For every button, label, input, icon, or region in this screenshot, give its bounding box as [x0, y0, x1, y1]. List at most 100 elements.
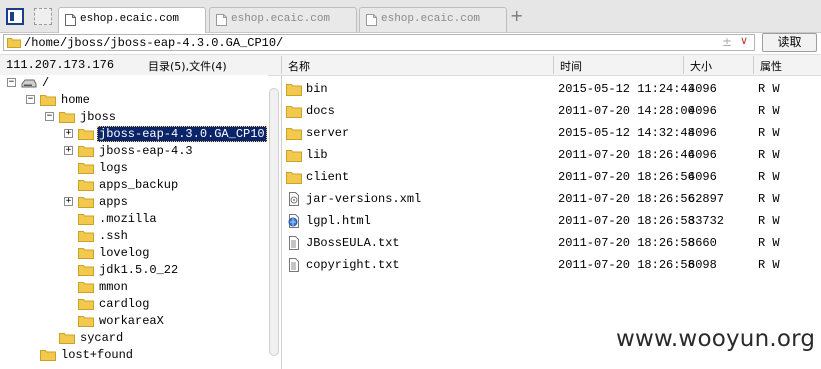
file-row[interactable]: docs 2011-07-20 14:28:00 4096 R W [284, 100, 821, 122]
directory-tree: − / − home − jboss + jboss-eap-4.3.0.GA_… [0, 75, 268, 369]
path-text: /home/jboss/jboss-eap-4.3.0.GA_CP10/ [24, 36, 284, 50]
new-tab-button[interactable]: + [510, 6, 523, 25]
folder-icon [286, 84, 302, 96]
tree-node-label: mmon [99, 280, 128, 294]
file-name: lib [306, 148, 328, 162]
tree-node-label: apps [99, 195, 128, 209]
tab-2[interactable]: eshop.ecaic.com [209, 7, 357, 32]
chevron-down-icon[interactable]: ∨ [740, 34, 748, 47]
tab-label: eshop.ecaic.com [381, 13, 481, 25]
collapse-icon[interactable]: − [7, 78, 16, 87]
file-name: lgpl.html [306, 214, 371, 228]
tab-bar: eshop.ecaic.com eshop.ecaic.com eshop.ec… [0, 0, 821, 33]
column-header-size[interactable]: 大小 [690, 58, 712, 74]
text-file-icon [289, 258, 299, 272]
file-time: 2011-07-20 18:26:58 [558, 258, 695, 272]
expand-icon[interactable]: + [64, 197, 73, 206]
file-row[interactable]: lgpl.html 2011-07-20 18:26:58 33732 R W [284, 210, 821, 232]
file-time: 2011-07-20 14:28:00 [558, 104, 695, 118]
tree-node-label: lovelog [99, 246, 150, 260]
tree-node-label: / [42, 76, 50, 90]
file-row[interactable]: client 2011-07-20 18:26:56 4096 R W [284, 166, 821, 188]
collapse-icon[interactable]: − [26, 95, 35, 104]
file-attr: R W [758, 258, 780, 272]
file-name: client [306, 170, 350, 184]
folder-icon [286, 128, 302, 140]
folder-icon [78, 163, 94, 174]
file-row[interactable]: copyright.txt 2011-07-20 18:26:58 6098 R… [284, 254, 821, 276]
server-ip: 111.207.173.176 [6, 58, 115, 72]
drive-icon [21, 79, 37, 88]
tree-node-label: logs [99, 161, 128, 175]
tab-3[interactable]: eshop.ecaic.com [359, 7, 507, 32]
expand-icon[interactable]: + [64, 129, 73, 138]
folder-icon [286, 106, 302, 118]
address-row: /home/jboss/jboss-eap-4.3.0.GA_CP10/ ± ∨… [0, 33, 821, 53]
file-attr: R W [758, 192, 780, 206]
file-row[interactable]: JBossEULA.txt 2011-07-20 18:26:58 8660 R… [284, 232, 821, 254]
file-row[interactable]: jar-versions.xml 2011-07-20 18:26:56 628… [284, 188, 821, 210]
xml-file-icon [289, 192, 299, 206]
tab-1[interactable]: eshop.ecaic.com [58, 7, 206, 33]
tree-node-label: jboss [80, 110, 117, 124]
page-icon [366, 14, 377, 26]
folder-icon [78, 180, 94, 191]
file-name: server [306, 126, 350, 140]
folder-icon [78, 299, 94, 310]
file-name: JBossEULA.txt [306, 236, 400, 250]
file-time: 2011-07-20 18:26:58 [558, 236, 695, 250]
file-attr: R W [758, 170, 780, 184]
window-panel-icon[interactable] [6, 8, 24, 25]
folder-icon [78, 231, 94, 242]
folder-icon [78, 282, 94, 293]
folder-icon [78, 248, 94, 259]
tree-node-label: cardlog [99, 297, 150, 311]
file-time: 2011-07-20 18:26:56 [558, 192, 695, 206]
grid-icon[interactable] [34, 8, 52, 25]
file-size: 62897 [688, 192, 725, 206]
plus-minus-icon[interactable]: ± [722, 35, 732, 49]
expand-icon[interactable]: + [64, 146, 73, 155]
file-attr: R W [758, 214, 780, 228]
column-divider [281, 56, 282, 74]
column-header-time[interactable]: 时间 [560, 58, 582, 74]
tree-scrollbar[interactable] [269, 88, 279, 356]
file-time: 2011-07-20 18:26:58 [558, 214, 695, 228]
folder-icon [286, 172, 302, 184]
file-row[interactable]: server 2015-05-12 14:32:48 4096 R W [284, 122, 821, 144]
file-size: 4096 [688, 148, 717, 162]
file-attr: R W [758, 82, 780, 96]
column-header-attr[interactable]: 属性 [760, 58, 782, 74]
html-file-icon [288, 214, 299, 228]
tree-node-label: .ssh [99, 229, 128, 243]
pane-splitter[interactable] [281, 75, 282, 369]
file-size: 8660 [688, 236, 717, 250]
file-row[interactable]: lib 2011-07-20 18:26:46 4096 R W [284, 144, 821, 166]
file-name: jar-versions.xml [306, 192, 422, 206]
tree-node-label: lost+found [61, 348, 134, 362]
text-file-icon [289, 236, 299, 250]
directory-summary: 目录(5),文件(4) [148, 60, 227, 73]
column-divider [753, 56, 754, 74]
file-time: 2011-07-20 18:26:56 [558, 170, 695, 184]
folder-icon [78, 129, 94, 140]
folder-icon [59, 333, 75, 344]
column-divider [553, 56, 554, 74]
file-size: 4096 [688, 82, 717, 96]
file-attr: R W [758, 126, 780, 140]
info-header-row: 111.207.173.176 目录(5),文件(4) 名称 时间 大小 属性 [0, 54, 821, 76]
path-input[interactable]: /home/jboss/jboss-eap-4.3.0.GA_CP10/ ± ∨ [3, 34, 755, 51]
collapse-icon[interactable]: − [45, 112, 54, 121]
file-name: copyright.txt [306, 258, 400, 272]
tree-node-label: apps_backup [99, 178, 179, 192]
read-button[interactable]: 读取 [762, 33, 817, 52]
tree-node-label: sycard [80, 331, 124, 345]
column-header-name[interactable]: 名称 [288, 58, 310, 74]
page-icon [216, 14, 227, 26]
page-icon [65, 14, 76, 26]
file-name: docs [306, 104, 335, 118]
file-row[interactable]: bin 2015-05-12 11:24:43 4096 R W [284, 78, 821, 100]
folder-icon [78, 197, 94, 208]
file-size: 33732 [688, 214, 725, 228]
file-time: 2011-07-20 18:26:46 [558, 148, 695, 162]
